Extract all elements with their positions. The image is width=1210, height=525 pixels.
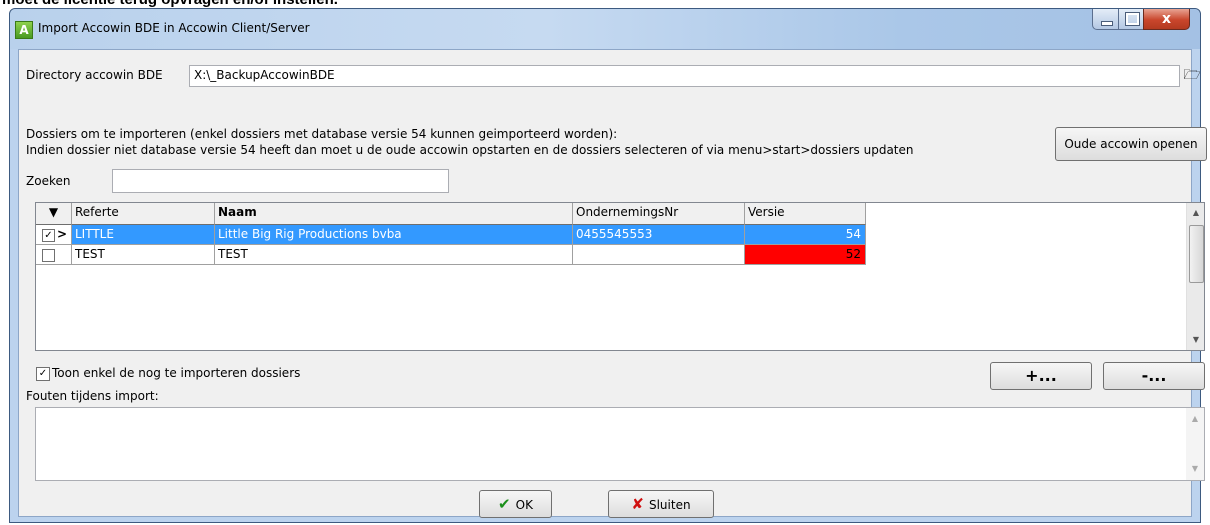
title-bar[interactable]: A Import Accowin BDE in Accowin Client/S…: [10, 9, 1200, 49]
column-header-versie[interactable]: Versie: [745, 203, 866, 225]
table-cell-naam[interactable]: Little Big Rig Productions bvba: [215, 225, 573, 245]
minimize-button[interactable]: [1092, 9, 1119, 30]
red-x-icon: ✘: [631, 495, 644, 513]
remove-dossier-button[interactable]: -...: [1103, 362, 1205, 390]
fouten-textarea[interactable]: ▲ ▼: [35, 407, 1205, 481]
dialog-client-area: Directory accowin BDE X:\_BackupAccowinB…: [18, 49, 1207, 518]
scroll-up-icon[interactable]: ▲: [1186, 411, 1204, 427]
folder-icon: 🗁: [1183, 67, 1201, 83]
sluiten-label: Sluiten: [648, 498, 691, 512]
browse-folder-button[interactable]: 🗁: [1181, 64, 1203, 86]
fouten-scrollbar[interactable]: ▲ ▼: [1186, 408, 1204, 480]
row-checkbox[interactable]: ✓: [42, 229, 55, 242]
search-input[interactable]: [112, 169, 449, 193]
ok-button[interactable]: ✔ OK: [479, 490, 552, 518]
column-header-referte[interactable]: Referte: [72, 203, 215, 225]
checkmark-icon: ✔: [498, 495, 511, 513]
add-dossier-button[interactable]: +...: [990, 362, 1092, 390]
scroll-down-icon[interactable]: ▼: [1187, 332, 1204, 348]
minimize-icon: [1101, 21, 1113, 26]
info-line-2: Indien dossier niet database versie 54 h…: [26, 143, 914, 157]
scroll-thumb[interactable]: [1189, 225, 1204, 283]
scroll-up-icon[interactable]: ▲: [1187, 205, 1204, 221]
dossiers-grid: ▼ Referte Naam OndernemingsNr Versie ✓ >…: [35, 202, 1205, 351]
maximize-button[interactable]: [1118, 9, 1144, 30]
row-indicator-icon: >: [57, 227, 68, 241]
directory-input[interactable]: X:\_BackupAccowinBDE: [189, 65, 1180, 87]
close-button[interactable]: x: [1143, 9, 1190, 30]
window-title: Import Accowin BDE in Accowin Client/Ser…: [38, 21, 310, 35]
sluiten-button[interactable]: ✘ Sluiten: [608, 490, 714, 518]
table-cell-versie[interactable]: 54: [745, 225, 866, 245]
search-label: Zoeken: [26, 174, 71, 188]
sort-down-icon: ▼: [48, 205, 59, 219]
row-select-checkbox-cell[interactable]: ✓ >: [36, 225, 72, 245]
toon-enkel-checkbox[interactable]: ✓: [36, 367, 50, 381]
column-header-ondernemingsnr[interactable]: OndernemingsNr: [573, 203, 745, 225]
select-column-header[interactable]: ▼: [36, 203, 72, 225]
table-cell-naam[interactable]: TEST: [215, 245, 573, 265]
document-header-text: moet de licentie terug opvragen en/of in…: [2, 0, 338, 8]
table-cell-ondernemingsnr[interactable]: 0455545553: [573, 225, 745, 245]
table-cell-versie[interactable]: 52: [745, 245, 866, 265]
info-line-1: Dossiers om te importeren (enkel dossier…: [26, 127, 618, 141]
table-cell-referte[interactable]: TEST: [72, 245, 215, 265]
row-select-checkbox-cell[interactable]: [36, 245, 72, 265]
close-icon: x: [1161, 11, 1172, 27]
import-dialog-window: A Import Accowin BDE in Accowin Client/S…: [9, 8, 1207, 523]
accowin-app-icon: A: [15, 21, 33, 39]
directory-label: Directory accowin BDE: [26, 68, 163, 82]
row-checkbox[interactable]: [42, 249, 55, 262]
scroll-down-icon[interactable]: ▼: [1186, 461, 1204, 477]
table-cell-referte[interactable]: LITTLE: [72, 225, 215, 245]
table-cell-ondernemingsnr[interactable]: [573, 245, 745, 265]
grid-vertical-scrollbar[interactable]: ▲ ▼: [1186, 203, 1204, 350]
maximize-icon: [1125, 12, 1140, 26]
fouten-label: Fouten tijdens import:: [26, 389, 159, 403]
oude-accowin-openen-button[interactable]: Oude accowin openen: [1055, 127, 1207, 161]
toon-enkel-label: Toon enkel de nog te importeren dossiers: [52, 366, 301, 380]
column-header-naam[interactable]: Naam: [215, 203, 573, 225]
ok-label: OK: [515, 498, 533, 512]
